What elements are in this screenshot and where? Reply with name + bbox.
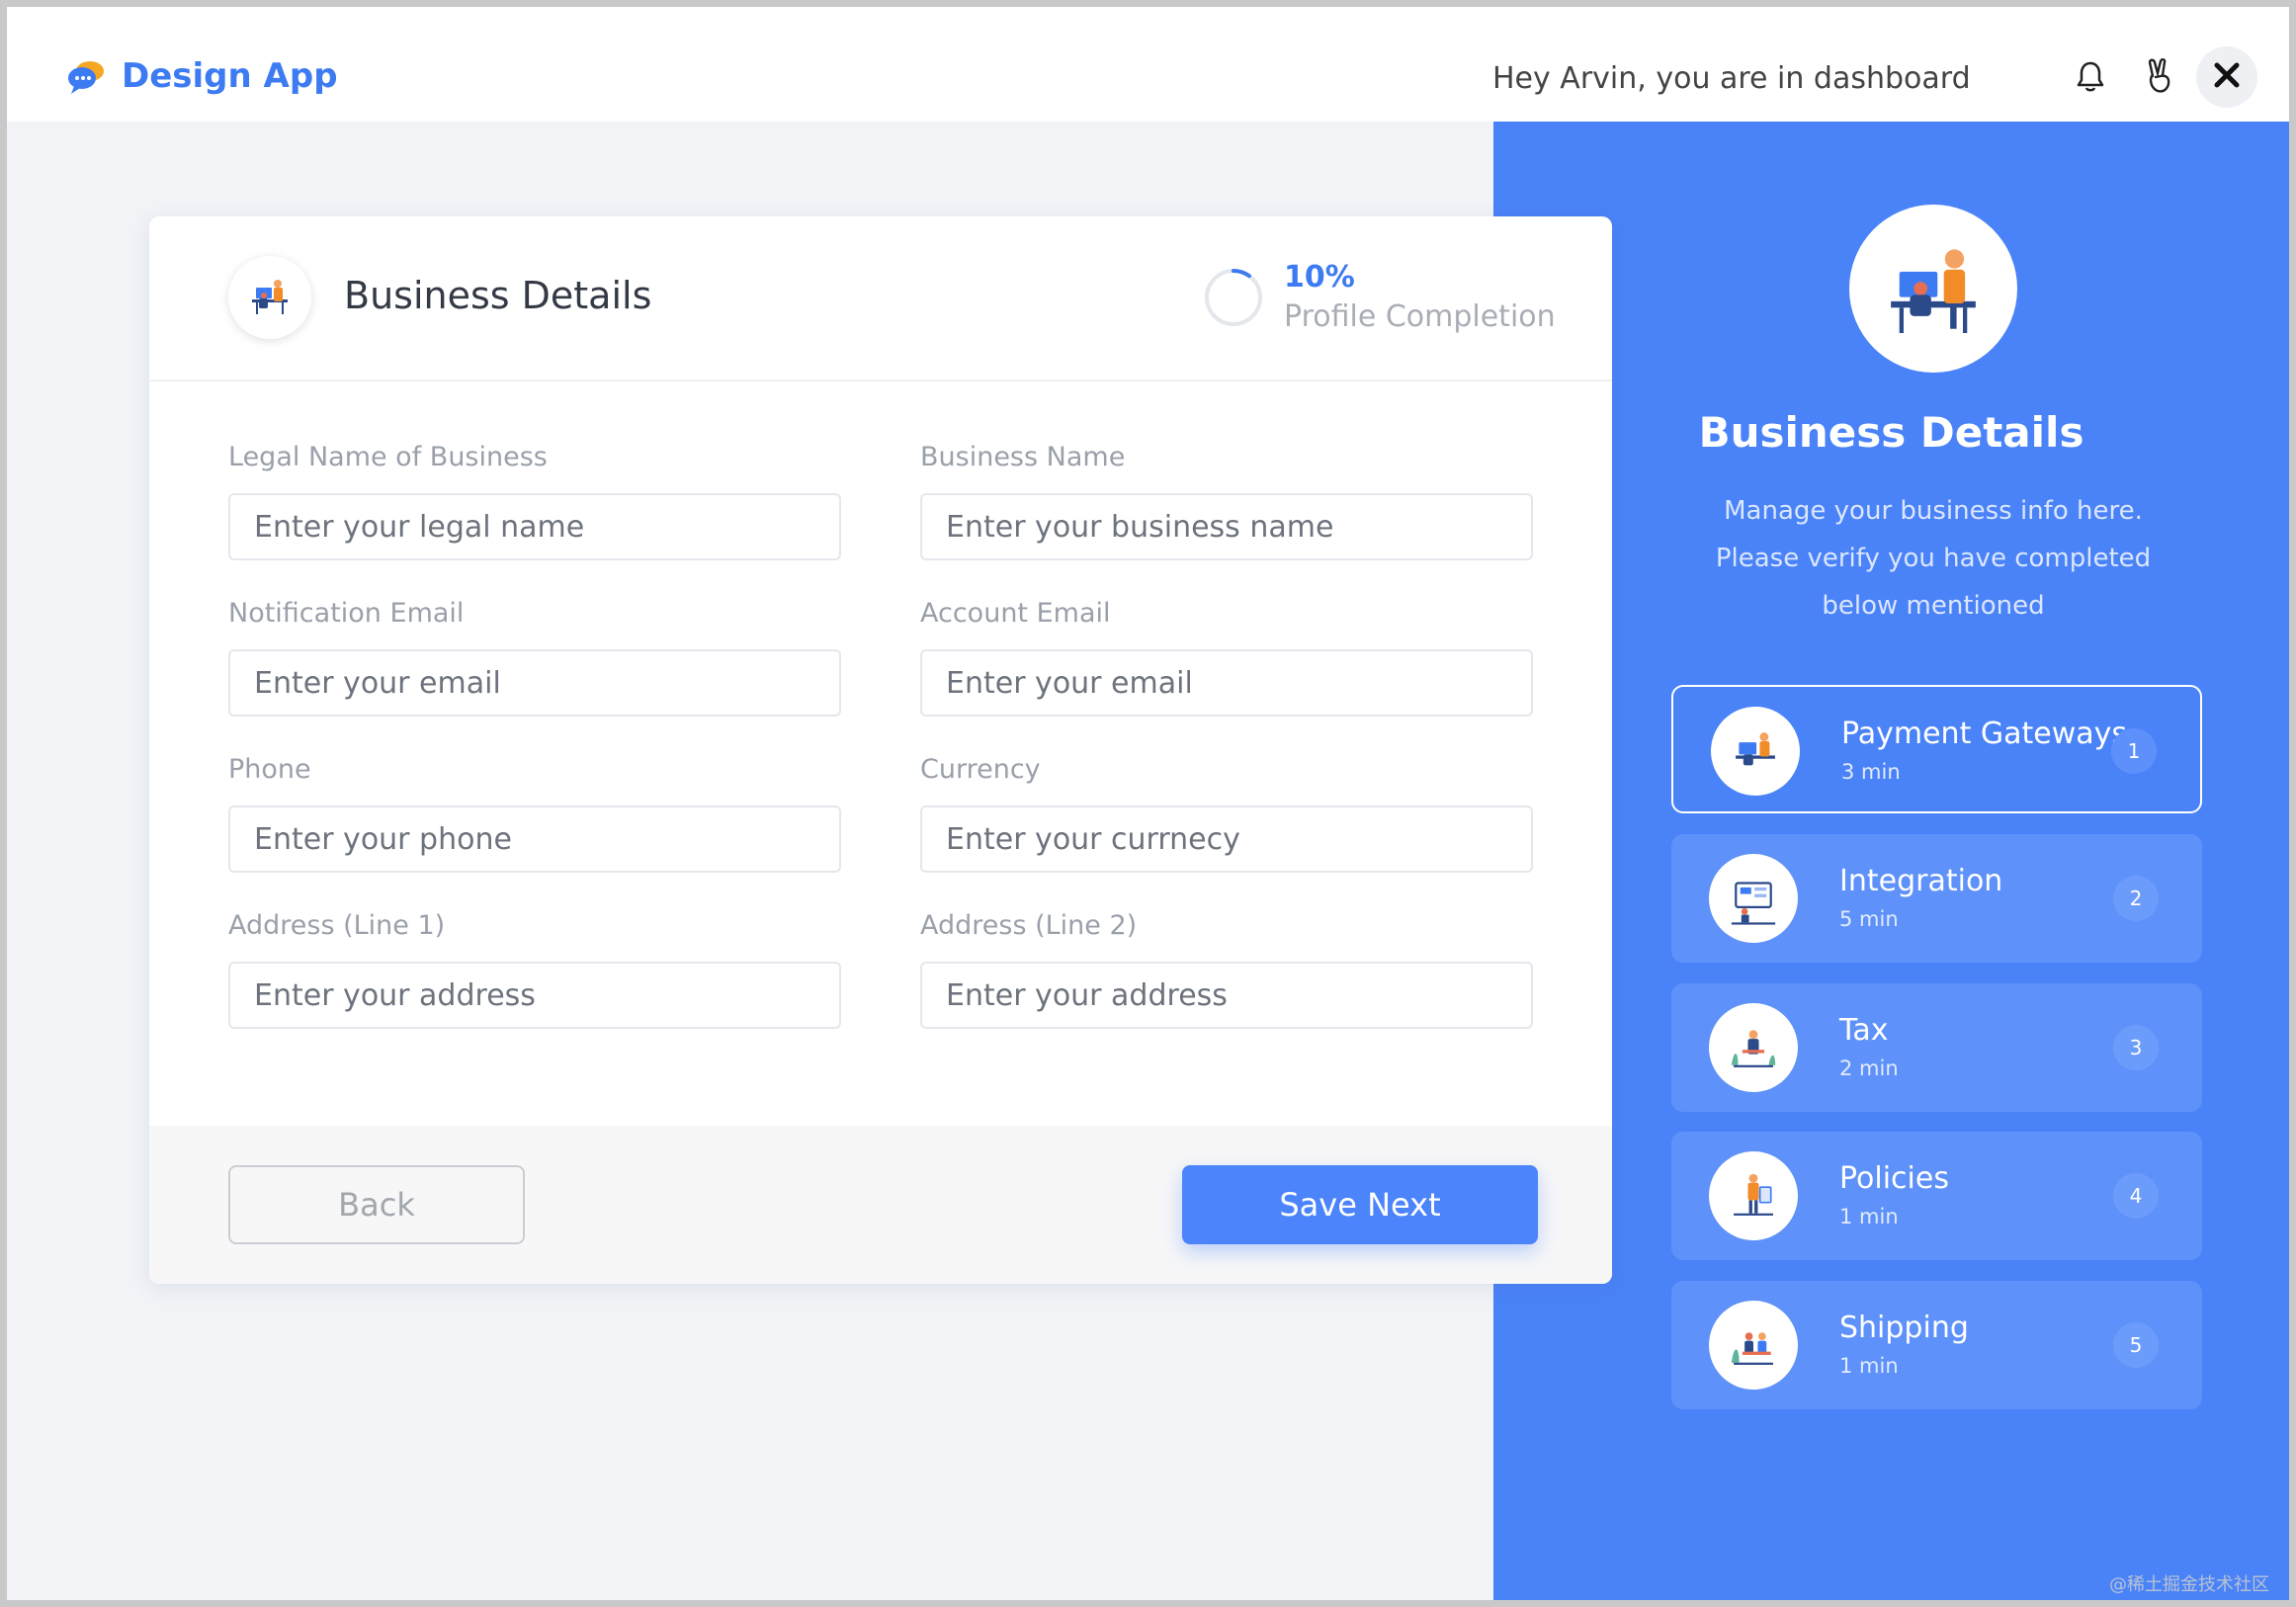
field-label: Address (Line 1) <box>228 910 446 941</box>
step-name: Tax <box>1839 1013 1889 1048</box>
tax-illustration-icon <box>1709 1003 1798 1092</box>
phone-group: Phone <box>228 752 841 873</box>
step-shipping[interactable]: Shipping 1 min 5 <box>1671 1281 2202 1409</box>
business-illustration-icon <box>228 256 311 339</box>
business-name-input[interactable] <box>920 493 1533 560</box>
step-name: Policies <box>1839 1161 1949 1196</box>
notification-email-input[interactable] <box>228 649 841 717</box>
step-time: 1 min <box>1839 1205 1899 1228</box>
progress-percent: 10% <box>1284 260 1355 295</box>
field-label: Notification Email <box>228 598 465 629</box>
step-number-badge: 3 <box>2113 1025 2159 1070</box>
step-integration[interactable]: Integration 5 min 2 <box>1671 834 2202 963</box>
phone-input[interactable] <box>228 805 841 873</box>
step-payment-gateways[interactable]: Payment Gateways 3 min 1 <box>1671 685 2202 813</box>
app-window: Design App Hey Arvin, you are in dashboa… <box>7 7 2289 1600</box>
top-bar: Design App Hey Arvin, you are in dashboa… <box>7 7 2289 122</box>
field-label: Legal Name of Business <box>228 442 548 472</box>
legal-name-input[interactable] <box>228 493 841 560</box>
payment-illustration-icon <box>1711 707 1800 796</box>
notification-email-group: Notification Email <box>228 596 841 717</box>
app-name: Design App <box>122 56 338 96</box>
step-tax[interactable]: Tax 2 min 3 <box>1671 983 2202 1112</box>
step-number-badge: 2 <box>2113 876 2159 921</box>
business-details-card: Business Details 10% Profile Completion … <box>149 216 1612 1284</box>
step-time: 1 min <box>1839 1354 1899 1378</box>
card-footer: Back Save Next <box>149 1126 1612 1284</box>
shipping-illustration-icon <box>1709 1301 1798 1390</box>
step-time: 2 min <box>1839 1057 1899 1080</box>
step-name: Payment Gateways <box>1841 717 2128 751</box>
close-icon <box>2213 61 2241 93</box>
field-label: Business Name <box>920 442 1126 472</box>
close-button[interactable] <box>2196 46 2257 108</box>
field-label: Account Email <box>920 598 1111 629</box>
progress-label: Profile Completion <box>1284 299 1556 334</box>
step-time: 5 min <box>1839 907 1899 931</box>
watermark: @稀土掘金技术社区 <box>2109 1574 2269 1595</box>
policies-illustration-icon <box>1709 1151 1798 1240</box>
back-button[interactable]: Back <box>228 1165 525 1244</box>
address-line2-input[interactable] <box>920 962 1533 1029</box>
address-line1-input[interactable] <box>228 962 841 1029</box>
bell-icon[interactable] <box>2071 56 2110 96</box>
account-email-group: Account Email <box>920 596 1533 717</box>
chat-bubbles-icon <box>66 56 106 96</box>
steps-panel: Business Details Manage your business in… <box>1493 122 2289 1600</box>
address-line1-group: Address (Line 1) <box>228 908 841 1029</box>
legal-name-group: Legal Name of Business <box>228 440 841 560</box>
panel-description: Manage your business info here. Please v… <box>1715 496 2152 621</box>
step-policies[interactable]: Policies 1 min 4 <box>1671 1132 2202 1260</box>
integration-illustration-icon <box>1709 854 1798 943</box>
step-number-badge: 4 <box>2113 1173 2159 1219</box>
save-next-button[interactable]: Save Next <box>1182 1165 1538 1244</box>
app-logo[interactable]: Design App <box>66 56 338 96</box>
currency-group: Currency <box>920 752 1533 873</box>
panel-title: Business Details <box>1698 408 2084 457</box>
step-number-badge: 1 <box>2111 728 2157 774</box>
card-title: Business Details <box>344 274 652 317</box>
currency-input[interactable] <box>920 805 1533 873</box>
step-name: Integration <box>1839 864 2003 898</box>
greeting-text: Hey Arvin, you are in dashboard <box>1492 61 1971 96</box>
field-label: Phone <box>228 754 311 785</box>
field-label: Address (Line 2) <box>920 910 1138 941</box>
business-illustration-icon <box>1849 205 2017 373</box>
progress-ring <box>1205 269 1262 326</box>
step-number-badge: 5 <box>2113 1322 2159 1368</box>
card-header: Business Details 10% Profile Completion <box>149 216 1612 381</box>
address-line2-group: Address (Line 2) <box>920 908 1533 1029</box>
peace-hand-icon[interactable] <box>2140 56 2179 96</box>
account-email-input[interactable] <box>920 649 1533 717</box>
step-name: Shipping <box>1839 1311 1969 1345</box>
field-label: Currency <box>920 754 1041 785</box>
step-time: 3 min <box>1841 760 1901 784</box>
business-name-group: Business Name <box>920 440 1533 560</box>
